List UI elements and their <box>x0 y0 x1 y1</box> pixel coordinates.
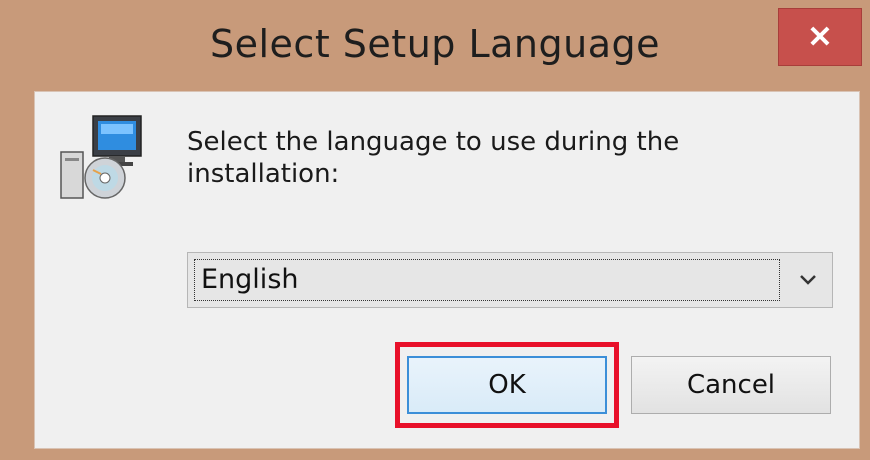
chevron-down-icon[interactable] <box>784 253 832 307</box>
window-title: Select Setup Language <box>209 22 661 66</box>
language-select-value: English <box>194 259 780 301</box>
title-bar[interactable]: Select Setup Language ✕ <box>0 0 870 90</box>
dialog-body: Select the language to use during the in… <box>34 91 860 449</box>
setup-installer-icon <box>57 112 147 202</box>
language-select[interactable]: English <box>187 252 833 308</box>
close-button[interactable]: ✕ <box>778 8 862 66</box>
setup-dialog-window: Select Setup Language ✕ Select the langu… <box>0 0 870 460</box>
close-icon: ✕ <box>807 20 833 54</box>
language-prompt: Select the language to use during the in… <box>187 127 680 189</box>
ok-button[interactable]: OK <box>407 356 607 414</box>
cancel-button[interactable]: Cancel <box>631 356 831 414</box>
